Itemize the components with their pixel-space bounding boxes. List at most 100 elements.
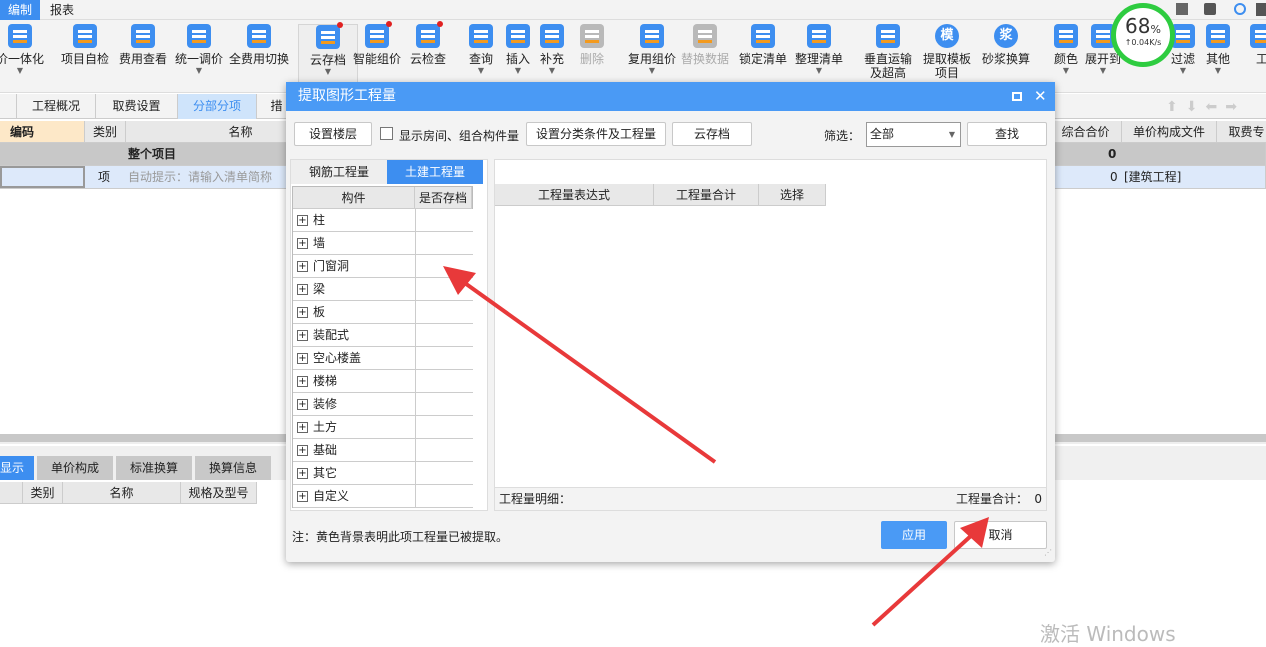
- tab-sections[interactable]: 分部分项: [178, 94, 257, 119]
- cancel-button[interactable]: 取消: [954, 521, 1047, 549]
- ribbon-button-13[interactable]: 替换数据: [675, 24, 735, 90]
- help-icon[interactable]: [1256, 3, 1266, 16]
- expand-plus-icon[interactable]: +: [297, 238, 308, 249]
- tree-item[interactable]: + 土方: [293, 416, 473, 439]
- tree-item[interactable]: + 装修: [293, 393, 473, 416]
- expand-plus-icon[interactable]: +: [297, 261, 308, 272]
- tab-rebar[interactable]: 钢筋工程量: [291, 160, 387, 184]
- tree-item[interactable]: + 自定义: [293, 485, 473, 508]
- ribbon-button-24[interactable]: 工: [1232, 24, 1266, 90]
- tree-item-label: 自定义: [313, 489, 350, 503]
- bottom-col-spec[interactable]: 规格及型号: [181, 482, 257, 504]
- expand-plus-icon[interactable]: +: [297, 307, 308, 318]
- dialog-title: 提取图形工程量 ✕: [286, 82, 1055, 111]
- ribbon-label: 提取模板 项目: [922, 52, 971, 80]
- grid-icon[interactable]: [1176, 3, 1188, 15]
- bottom-tab-info[interactable]: 换算信息: [195, 456, 271, 480]
- expand-plus-icon[interactable]: +: [297, 422, 308, 433]
- bottom-tab-display[interactable]: 显示: [0, 456, 34, 480]
- chevron-down-icon[interactable]: ▼: [789, 66, 849, 76]
- component-panel: 钢筋工程量 土建工程量 构件 是否存档 + 柱 + 墙 + 门窗洞 + 梁 + 板 + 装配式 + 空心楼…: [290, 159, 488, 511]
- bottom-tab-unit-price[interactable]: 单价构成: [37, 456, 113, 480]
- bottom-col-name[interactable]: 名称: [63, 482, 181, 504]
- tree-item[interactable]: + 基础: [293, 439, 473, 462]
- trash-icon: [580, 24, 604, 48]
- ribbon-label: 全费用切换: [229, 52, 290, 66]
- expand-plus-icon[interactable]: +: [297, 468, 308, 479]
- tree-item[interactable]: + 装配式: [293, 324, 473, 347]
- ribbon-button-12[interactable]: 复用组价 ▼: [622, 24, 682, 90]
- code-input[interactable]: [0, 166, 85, 188]
- col-total[interactable]: 综合合价: [1050, 121, 1122, 143]
- tree-item[interactable]: + 板: [293, 301, 473, 324]
- chevron-down-icon[interactable]: ▼: [0, 66, 50, 76]
- set-conditions-button[interactable]: 设置分类条件及工程量: [526, 122, 666, 146]
- expand-plus-icon[interactable]: +: [297, 330, 308, 341]
- tree-item[interactable]: + 其它: [293, 462, 473, 485]
- divider: [415, 255, 416, 278]
- expand-plus-icon[interactable]: +: [297, 445, 308, 456]
- bottom-col-type[interactable]: 类别: [23, 482, 63, 504]
- tree-item[interactable]: + 楼梯: [293, 370, 473, 393]
- ribbon-button-14[interactable]: 锁定清单: [733, 24, 793, 90]
- show-rooms-label[interactable]: 显示房间、组合构件量: [399, 127, 519, 144]
- divider: [415, 416, 416, 439]
- show-rooms-checkbox[interactable]: [380, 127, 393, 140]
- ribbon-button-18[interactable]: 浆砂浆换算: [976, 24, 1036, 90]
- apply-button[interactable]: 应用: [881, 521, 947, 549]
- move-arrows-icon[interactable]: ⬆⬇⬅➡: [1166, 99, 1245, 115]
- ribbon-button-17[interactable]: 模提取模板 项目: [917, 24, 977, 90]
- col-file[interactable]: 单价构成文件: [1122, 121, 1217, 143]
- expand-plus-icon[interactable]: +: [297, 491, 308, 502]
- tree-item[interactable]: + 空心楼盖: [293, 347, 473, 370]
- ribbon-button-7[interactable]: 云检查: [398, 21, 458, 90]
- tab-civil[interactable]: 土建工程量: [387, 160, 483, 184]
- col-fee[interactable]: 取费专: [1217, 121, 1266, 143]
- ribbon-button-11[interactable]: 删除: [562, 24, 622, 90]
- maximize-icon[interactable]: [1012, 92, 1022, 101]
- tree-item-label: 装修: [313, 397, 338, 411]
- tree-item[interactable]: + 梁: [293, 278, 473, 301]
- expand-plus-icon[interactable]: +: [297, 376, 308, 387]
- tree-item[interactable]: + 门窗洞: [293, 255, 473, 278]
- close-icon[interactable]: ✕: [1034, 82, 1047, 111]
- ribbon-button-2[interactable]: 费用查看: [113, 24, 173, 90]
- tab-fee-settings[interactable]: 取费设置: [96, 94, 178, 119]
- row-name-hint[interactable]: 自动提示：请输入清单简称: [128, 166, 272, 189]
- ribbon-button-15[interactable]: 整理清单 ▼: [789, 24, 849, 90]
- find-button[interactable]: 查找: [967, 122, 1047, 146]
- ribbon-label: 复用组价: [627, 52, 676, 66]
- expand-plus-icon[interactable]: +: [297, 215, 308, 226]
- ribbon-button-0[interactable]: 价一体化 ▼: [0, 24, 50, 90]
- cloud-archive-button[interactable]: 云存档: [672, 122, 752, 146]
- col-code[interactable]: 编码: [0, 121, 85, 143]
- col-type[interactable]: 类别: [85, 121, 126, 143]
- resize-grip-icon[interactable]: ⋰: [1044, 548, 1052, 557]
- ribbon-button-1[interactable]: 项目自检: [55, 24, 115, 90]
- tab-overview[interactable]: 工程概况: [17, 94, 96, 119]
- filter-select[interactable]: 全部 ▼: [866, 122, 961, 147]
- set-floor-button[interactable]: 设置楼层: [294, 122, 372, 146]
- windows-watermark: 激活 Windows: [1040, 622, 1176, 646]
- cloud-check-icon: [416, 21, 443, 48]
- chevron-down-icon[interactable]: ▼: [622, 66, 682, 76]
- ribbon-label: 费用查看: [118, 52, 167, 66]
- expand-plus-icon[interactable]: +: [297, 399, 308, 410]
- ribbon-button-4[interactable]: 全费用切换: [229, 24, 289, 90]
- expand-plus-icon[interactable]: +: [297, 353, 308, 364]
- headset-icon[interactable]: [1234, 3, 1246, 15]
- chevron-down-icon[interactable]: ▼: [169, 66, 229, 76]
- organize-icon: [807, 24, 831, 48]
- ribbon-button-3[interactable]: 统一调价 ▼: [169, 24, 229, 90]
- network-speed-widget[interactable]: 68% ↑0.04K/s: [1111, 3, 1175, 67]
- upload-icon[interactable]: [1204, 3, 1216, 15]
- tree-item[interactable]: + 墙: [293, 232, 473, 255]
- menu-edit[interactable]: 编制: [0, 0, 41, 20]
- bottom-tab-standard[interactable]: 标准换算: [116, 456, 192, 480]
- expand-plus-icon[interactable]: +: [297, 284, 308, 295]
- menu-report[interactable]: 报表: [42, 0, 82, 20]
- ribbon-button-16[interactable]: 垂直运输 及超高: [858, 24, 918, 90]
- tree-item-label: 板: [313, 305, 326, 319]
- replace-icon: [693, 24, 717, 48]
- tree-item[interactable]: + 柱: [293, 209, 473, 232]
